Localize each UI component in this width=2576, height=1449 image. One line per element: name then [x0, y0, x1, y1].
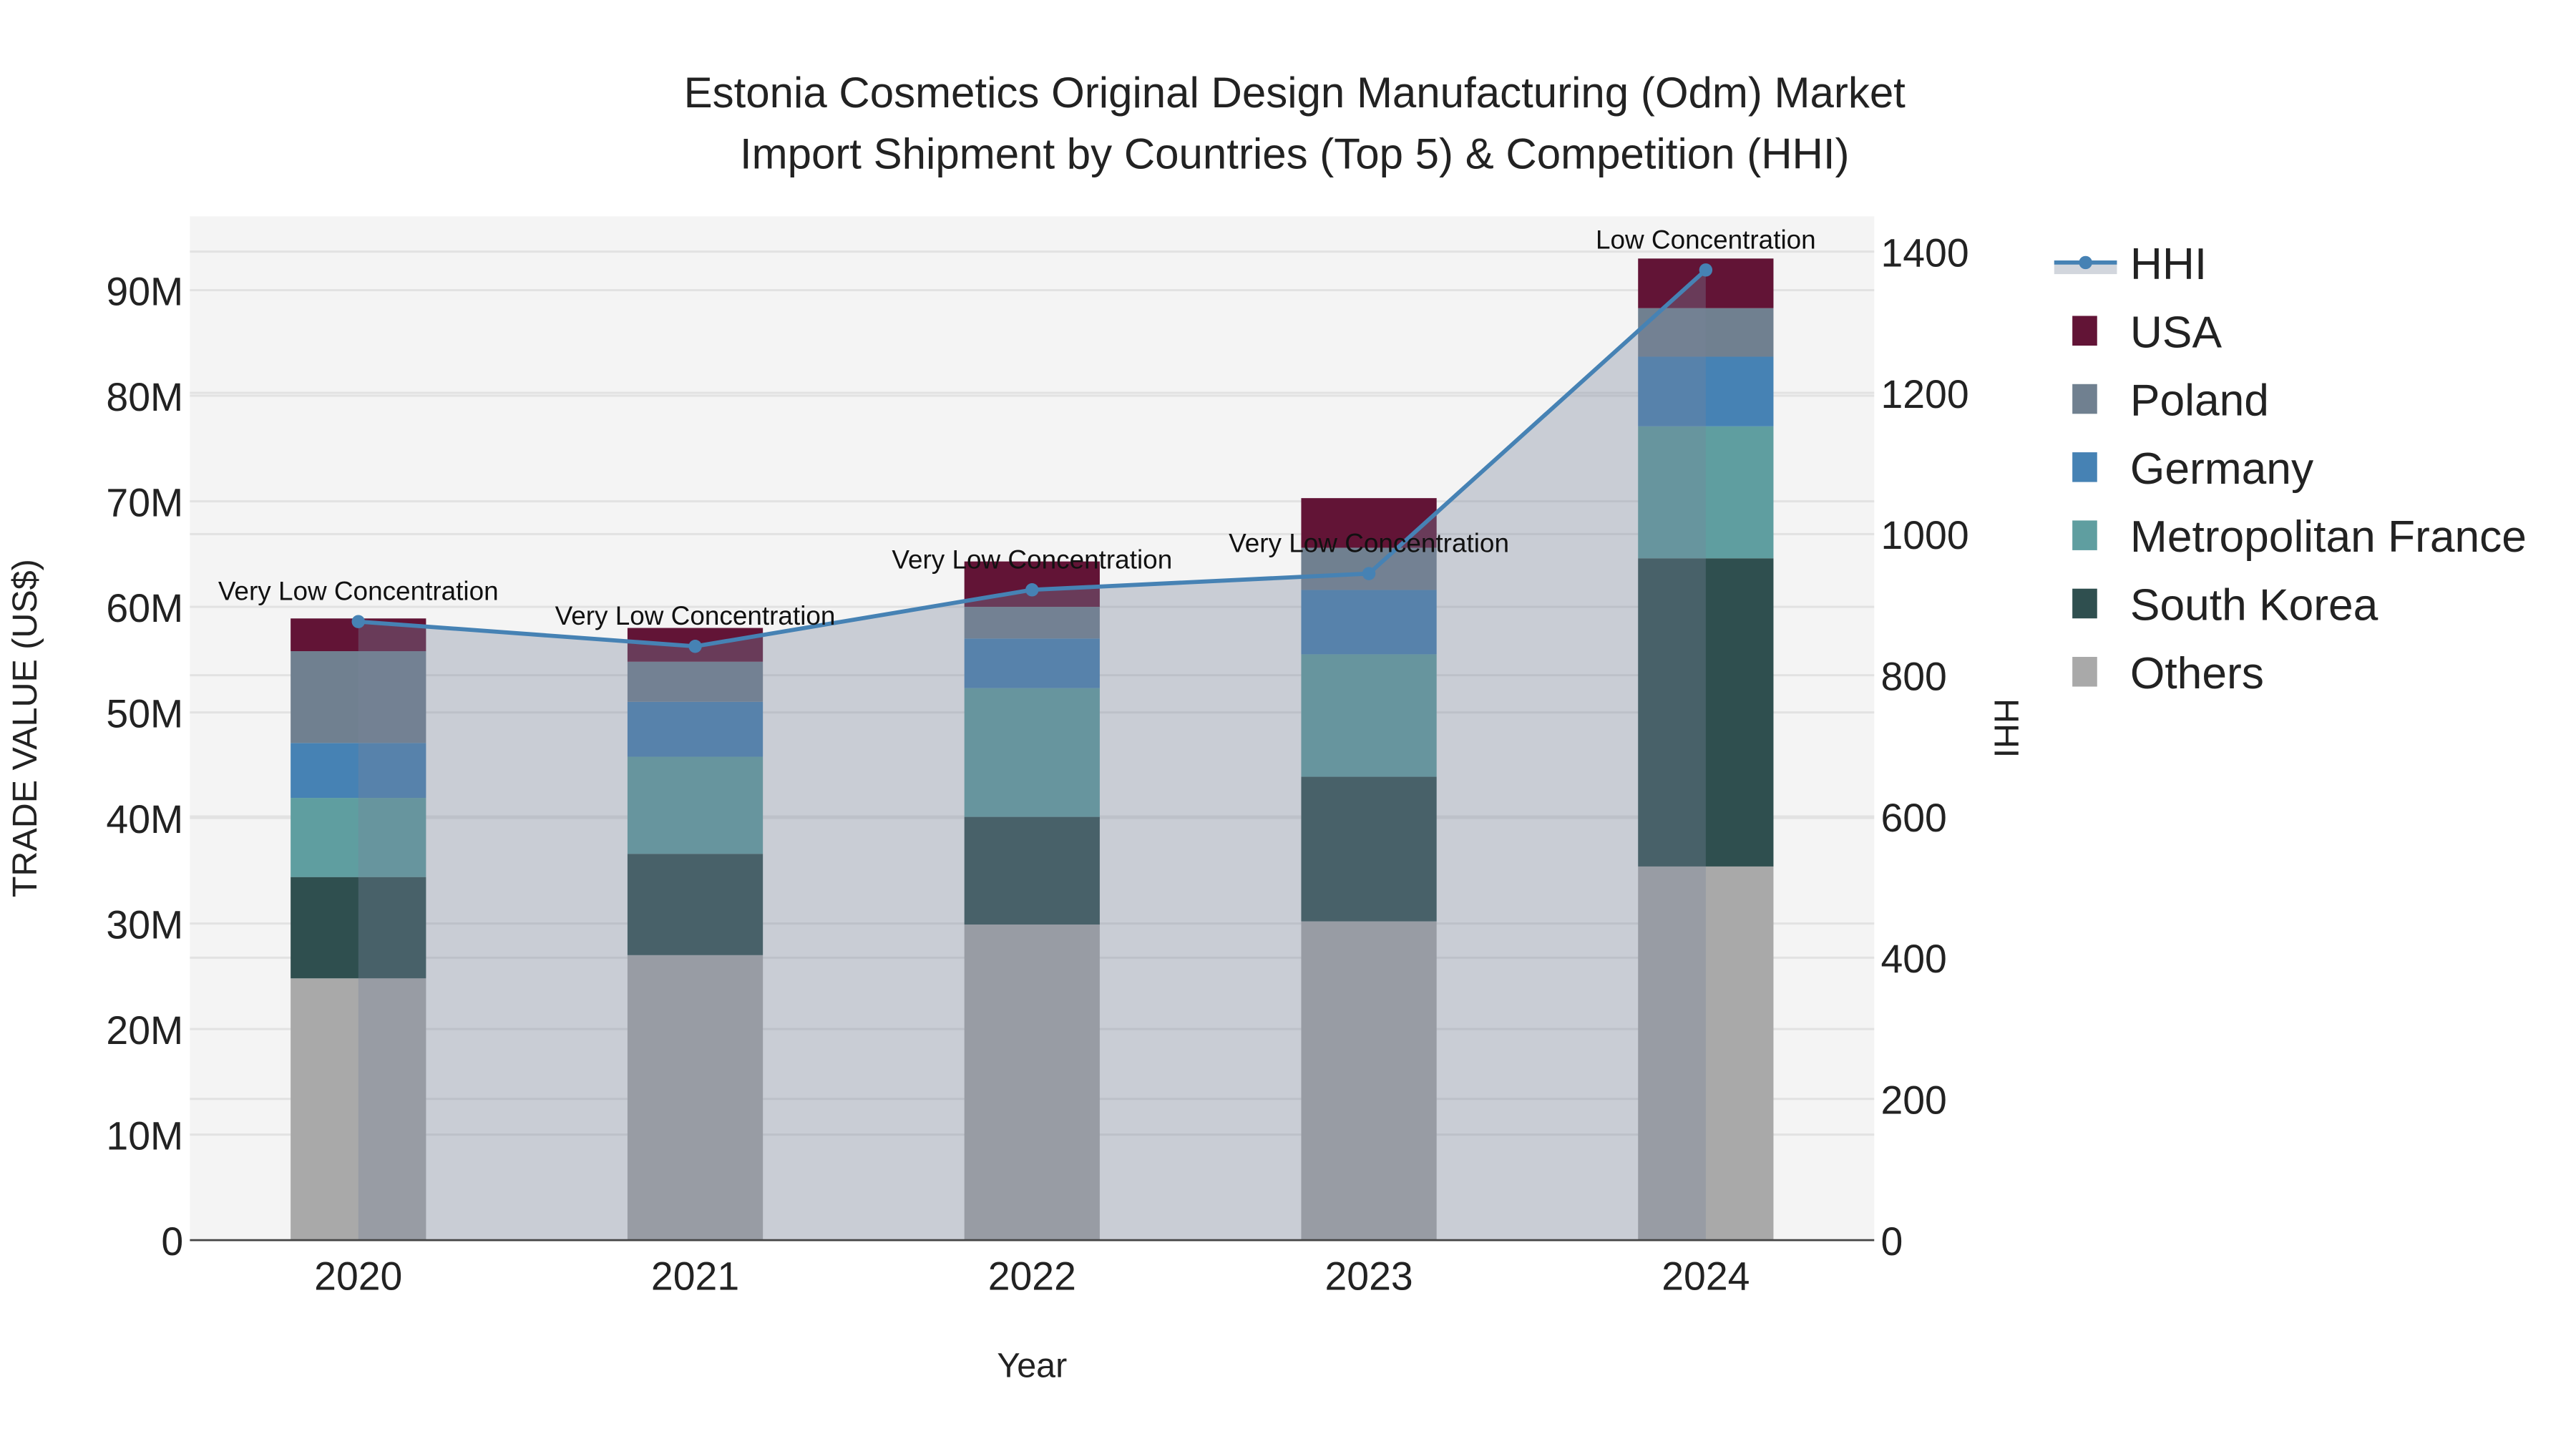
chart-title-line2: Import Shipment by Countries (Top 5) & C…: [740, 130, 1850, 177]
y-tick-label: 90M: [106, 269, 183, 313]
legend-swatch: [2072, 588, 2097, 619]
legend-label: Poland: [2130, 376, 2269, 426]
legend-label: HHI: [2130, 240, 2207, 289]
x-tick-label: 2020: [314, 1254, 402, 1298]
x-tick-label: 2022: [988, 1254, 1076, 1298]
legend-swatch: [2072, 316, 2097, 346]
x-axis-label: Year: [997, 1347, 1067, 1385]
x-tick-label: 2021: [651, 1254, 739, 1298]
x-tick-label: 2024: [1662, 1254, 1750, 1298]
legend-label: South Korea: [2130, 581, 2379, 630]
y-tick-label: 70M: [106, 480, 183, 525]
y2-tick-label: 0: [1880, 1219, 1903, 1264]
y2-tick-label: 600: [1880, 796, 1946, 840]
hhi-point[interactable]: [351, 615, 365, 628]
y-tick-label: 0: [161, 1219, 183, 1264]
legend-swatch: [2072, 657, 2097, 687]
chart: Very Low Concentration Very Low Concentra…: [0, 0, 2576, 1449]
hhi-annotation: Low Concentration: [1596, 225, 1816, 254]
y2-tick-label: 400: [1880, 937, 1946, 981]
legend-swatch: [2072, 520, 2097, 550]
y2-tick-label: 200: [1880, 1078, 1946, 1122]
legend-label: Others: [2130, 649, 2264, 698]
y-axis-label: TRADE VALUE (US$): [6, 559, 44, 897]
legend-label: USA: [2130, 308, 2223, 357]
legend-item-metropolitan-france[interactable]: Metropolitan France: [2072, 512, 2527, 562]
y2-tick-label: 1200: [1880, 372, 1968, 416]
y-tick-label: 60M: [106, 586, 183, 630]
y-tick-label: 10M: [106, 1113, 183, 1158]
hhi-point[interactable]: [1699, 263, 1713, 277]
hhi-annotation: Very Low Concentration: [218, 577, 499, 606]
x-tick-label: 2023: [1324, 1254, 1413, 1298]
hhi-point[interactable]: [688, 640, 702, 653]
hhi-annotation: Very Low Concentration: [555, 601, 836, 630]
hhi-point[interactable]: [1362, 567, 1376, 580]
y2-axis-label: HHI: [1987, 698, 2026, 758]
hhi-annotation: Very Low Concentration: [1229, 529, 1509, 558]
y-tick-label: 50M: [106, 691, 183, 736]
y2-tick-label: 1000: [1880, 513, 1968, 557]
y-tick-label: 20M: [106, 1008, 183, 1053]
y-tick-label: 40M: [106, 797, 183, 841]
y-tick-label: 80M: [106, 375, 183, 419]
hhi-point[interactable]: [1025, 583, 1039, 597]
y2-tick-label: 800: [1880, 654, 1946, 698]
legend-label: Metropolitan France: [2130, 512, 2527, 562]
legend-label: Germany: [2130, 444, 2314, 494]
y2-tick-label: 1400: [1880, 230, 1968, 275]
y-tick-label: 30M: [106, 902, 183, 947]
legend-swatch: [2072, 452, 2097, 482]
legend-swatch: [2072, 384, 2097, 414]
hhi-annotation: Very Low Concentration: [892, 545, 1172, 574]
chart-title-line1: Estonia Cosmetics Original Design Manufa…: [684, 69, 1906, 117]
legend-marker: [2079, 255, 2092, 270]
